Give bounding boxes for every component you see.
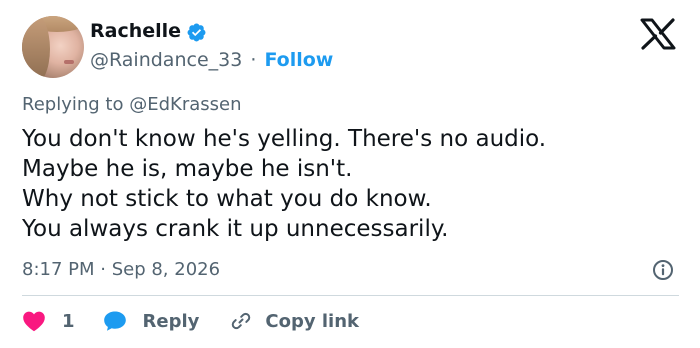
replying-to: Replying to @EdKrassen xyxy=(22,94,242,115)
follow-link[interactable]: Follow xyxy=(264,49,333,71)
info-icon[interactable] xyxy=(652,259,674,281)
author-name[interactable]: Rachelle xyxy=(90,20,181,42)
x-logo-icon[interactable] xyxy=(640,18,676,50)
reply-button[interactable]: Reply xyxy=(103,310,200,332)
avatar[interactable] xyxy=(22,16,84,78)
tweet-line: Maybe he is, maybe he isn't. xyxy=(22,156,353,182)
copy-link-button[interactable]: Copy link xyxy=(229,309,359,333)
tweet-line: You always crank it up unnecessarily. xyxy=(22,216,449,242)
tweet-timestamp[interactable]: 8:17 PM · Sep 8, 2026 xyxy=(22,259,220,280)
link-icon xyxy=(232,312,251,330)
tweet-line: Why not stick to what you do know. xyxy=(22,186,432,212)
tweet-line: You don't know he's yelling. There's no … xyxy=(22,126,547,152)
separator-dot: · xyxy=(250,49,257,71)
like-count: 1 xyxy=(62,310,75,332)
copy-link-label: Copy link xyxy=(265,310,359,332)
reply-label: Reply xyxy=(142,310,200,332)
tweet-text: You don't know he's yelling. There's no … xyxy=(22,124,546,244)
reply-bubble-icon xyxy=(103,311,126,331)
handle-row: @Raindance_33 · Follow xyxy=(90,49,333,71)
like-button[interactable]: 1 xyxy=(22,310,75,332)
heart-icon xyxy=(23,311,45,332)
verified-badge-icon xyxy=(187,23,206,42)
replying-mention[interactable]: @EdKrassen xyxy=(129,94,241,115)
replying-prefix: Replying to xyxy=(22,94,124,115)
author-handle[interactable]: @Raindance_33 xyxy=(90,49,242,71)
action-bar: 1 Reply Copy link xyxy=(22,308,359,334)
divider xyxy=(22,295,679,296)
